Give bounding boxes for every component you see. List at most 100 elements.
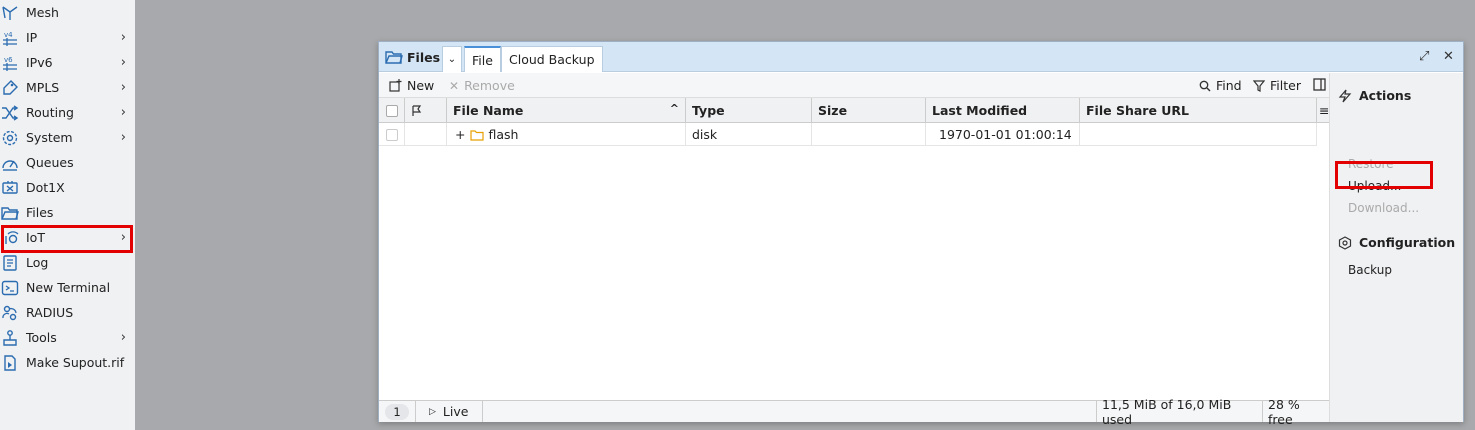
mesh-icon: [1, 4, 19, 22]
side-panel: Actions Restore Upload... Download... Co…: [1329, 73, 1463, 422]
column-header-type[interactable]: Type: [686, 98, 812, 123]
tools-icon: [1, 329, 19, 347]
sidebar-item-log[interactable]: Log: [0, 250, 135, 275]
sidebar-item-make-supout[interactable]: Make Supout.rif: [0, 350, 135, 375]
restore-action[interactable]: Restore: [1348, 157, 1394, 171]
actions-heading: Actions: [1338, 88, 1411, 103]
play-icon: ▷: [429, 406, 436, 417]
storage-free: 28 % free: [1268, 396, 1300, 427]
flag-icon: [412, 104, 422, 116]
new-label: New: [407, 78, 435, 93]
log-icon: [1, 254, 19, 272]
column-label: Size: [818, 103, 848, 118]
row-name-cell[interactable]: + flash: [447, 123, 686, 146]
row-select-cell[interactable]: [379, 123, 405, 146]
terminal-icon: [1, 279, 19, 297]
folder-icon: [470, 129, 485, 141]
radius-icon: [1, 304, 19, 322]
table-row[interactable]: + flash disk 1970-01-01 01:00:14: [379, 123, 1317, 146]
column-header-file-share-url[interactable]: File Share URL: [1080, 98, 1317, 123]
row-checkbox[interactable]: [386, 128, 398, 141]
configuration-heading: Configuration: [1338, 235, 1455, 250]
sidebar-item-queues[interactable]: Queues: [0, 150, 135, 175]
chevron-right-icon: ›: [120, 30, 126, 45]
select-all-checkbox[interactable]: [386, 104, 398, 117]
file-name: flash: [488, 127, 519, 142]
tab-cloud-backup[interactable]: Cloud Backup: [501, 46, 603, 72]
ipv6-icon: v6: [1, 54, 19, 72]
sidebar-item-label: IoT: [26, 230, 45, 245]
row-url-cell: [1080, 123, 1317, 146]
column-label: File Share URL: [1086, 103, 1190, 118]
item-count: 1: [385, 403, 409, 420]
filter-button[interactable]: Filter: [1253, 78, 1301, 93]
sidebar-item-iot[interactable]: IoT ›: [0, 225, 135, 250]
row-type-cell: disk: [686, 123, 812, 146]
expand-icon[interactable]: +: [455, 127, 465, 142]
sidebar-item-mesh[interactable]: Mesh: [0, 0, 135, 25]
chevron-right-icon: ›: [120, 55, 126, 70]
svg-text:v4: v4: [4, 31, 13, 39]
sidebar-item-label: New Terminal: [26, 280, 111, 295]
sidebar-item-radius[interactable]: RADIUS: [0, 300, 135, 325]
sidebar-item-label: Dot1X: [26, 180, 65, 195]
select-all-cell[interactable]: [379, 98, 405, 123]
close-icon[interactable]: ✕: [1443, 49, 1454, 64]
sidebar-item-mpls[interactable]: MPLS ›: [0, 75, 135, 100]
gauge-icon: [1, 154, 19, 172]
sidebar-item-files[interactable]: Files: [0, 200, 135, 225]
sidebar: Mesh v4 IP › v6 IPv6 › MPLS › Routing › …: [0, 0, 135, 430]
sidebar-item-routing[interactable]: Routing ›: [0, 100, 135, 125]
live-button[interactable]: ▷ Live: [416, 401, 483, 422]
sidebar-item-system[interactable]: System ›: [0, 125, 135, 150]
remove-button[interactable]: ✕ Remove: [449, 78, 515, 93]
toolbar: New ✕ Remove Find Filter: [379, 73, 1329, 98]
sidebar-item-label: Tools: [26, 330, 57, 345]
sidebar-item-label: IP: [26, 30, 38, 45]
search-icon: [1199, 80, 1211, 91]
sidebar-item-label: System: [26, 130, 73, 145]
document-icon: [1, 354, 19, 372]
chevron-right-icon: ›: [120, 105, 126, 120]
sidebar-item-label: Queues: [26, 155, 74, 170]
chevron-down-icon[interactable]: ⌄: [442, 46, 462, 72]
column-header-size[interactable]: Size: [812, 98, 926, 123]
window-title: Files: [407, 50, 441, 65]
chevron-right-icon: ›: [120, 330, 126, 345]
tag-icon: [1, 79, 19, 97]
files-window: Files ⌄ File Cloud Backup ⤢ ✕ New ✕ Remo…: [378, 41, 1464, 427]
panel-toggle-button[interactable]: [1313, 78, 1326, 91]
column-header-last-modified[interactable]: Last Modified: [926, 98, 1080, 123]
find-button[interactable]: Find: [1199, 78, 1242, 93]
sidebar-item-dot1x[interactable]: Dot1X: [0, 175, 135, 200]
table-header: File Name ^ Type Size Last Modified File…: [379, 98, 1329, 123]
shuffle-icon: [1, 104, 19, 122]
sidebar-item-label: Mesh: [26, 5, 59, 20]
backup-action[interactable]: Backup: [1348, 263, 1392, 277]
tab-file[interactable]: File: [464, 46, 501, 72]
find-label: Find: [1216, 78, 1242, 93]
download-action[interactable]: Download...: [1348, 201, 1419, 215]
flag-column-header[interactable]: [405, 98, 447, 123]
restore-window-icon[interactable]: ⤢: [1419, 49, 1429, 64]
column-header-file-name[interactable]: File Name ^: [447, 98, 686, 123]
new-button[interactable]: New: [389, 78, 434, 93]
item-count-cell: 1: [379, 401, 416, 422]
x-icon: ✕: [449, 78, 460, 93]
sidebar-item-label: RADIUS: [26, 305, 74, 320]
chevron-right-icon: ›: [120, 230, 126, 245]
sidebar-item-ip[interactable]: v4 IP ›: [0, 25, 135, 50]
storage-used: 11,5 MiB of 16,0 MiB used: [1096, 397, 1263, 427]
sidebar-item-label: Make Supout.rif: [26, 355, 125, 370]
column-menu-icon[interactable]: ≡: [1317, 98, 1329, 123]
gear-icon: [1, 129, 19, 147]
sidebar-item-ipv6[interactable]: v6 IPv6 ›: [0, 50, 135, 75]
last-modified: 1970-01-01 01:00:14: [939, 127, 1072, 142]
sidebar-item-tools[interactable]: Tools ›: [0, 325, 135, 350]
column-label: File Name: [453, 103, 524, 118]
sidebar-item-label: Log: [26, 255, 49, 270]
iot-icon: [1, 229, 19, 247]
sidebar-item-new-terminal[interactable]: New Terminal: [0, 275, 135, 300]
upload-action[interactable]: Upload...: [1348, 179, 1402, 193]
folder-icon: [385, 51, 403, 64]
